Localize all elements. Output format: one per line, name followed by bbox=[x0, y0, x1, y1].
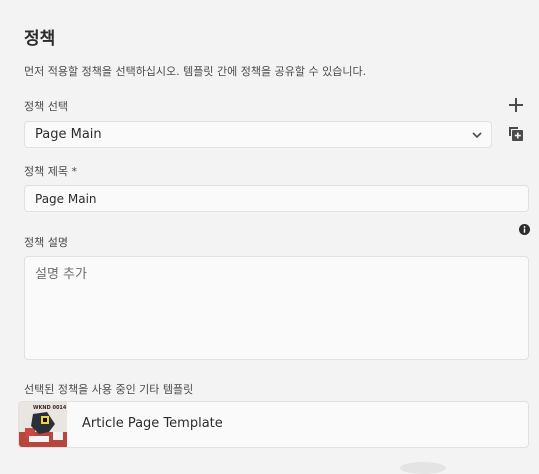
panel-description: 먼저 적용할 정책을 선택하십시오. 템플릿 간에 정책을 공유할 수 있습니다… bbox=[24, 65, 367, 78]
template-name: Article Page Template bbox=[82, 416, 223, 431]
plus-icon bbox=[509, 98, 523, 112]
info-icon bbox=[518, 223, 530, 235]
other-templates-label: 선택된 정책을 사용 중인 기타 템플릿 bbox=[24, 383, 194, 396]
policy-description-label: 정책 설명 bbox=[24, 236, 68, 249]
template-thumbnail: WKND 0014 bbox=[19, 402, 67, 447]
policy-description-textarea[interactable] bbox=[24, 256, 529, 360]
policy-title-label: 정책 제목 * bbox=[24, 165, 77, 178]
policy-title-input[interactable]: Page Main bbox=[24, 185, 529, 212]
panel-title: 정책 bbox=[24, 29, 56, 49]
policy-title-value: Page Main bbox=[35, 191, 97, 206]
duplicate-icon bbox=[509, 127, 523, 141]
chevron-down-icon bbox=[472, 132, 482, 139]
policy-select-label: 정책 선택 bbox=[24, 100, 68, 113]
policy-select-value: Page Main bbox=[35, 127, 102, 142]
template-card[interactable]: WKND 0014 Article Page Template bbox=[18, 401, 529, 448]
add-policy-button[interactable] bbox=[506, 95, 526, 115]
policy-select[interactable]: Page Main bbox=[24, 121, 492, 148]
scroll-indicator bbox=[400, 462, 446, 474]
template-thumbnail-image: WKND 0014 bbox=[19, 402, 67, 447]
thumbnail-text: WKND 0014 bbox=[33, 405, 67, 411]
duplicate-policy-button[interactable] bbox=[505, 123, 527, 145]
info-button[interactable] bbox=[517, 222, 531, 236]
